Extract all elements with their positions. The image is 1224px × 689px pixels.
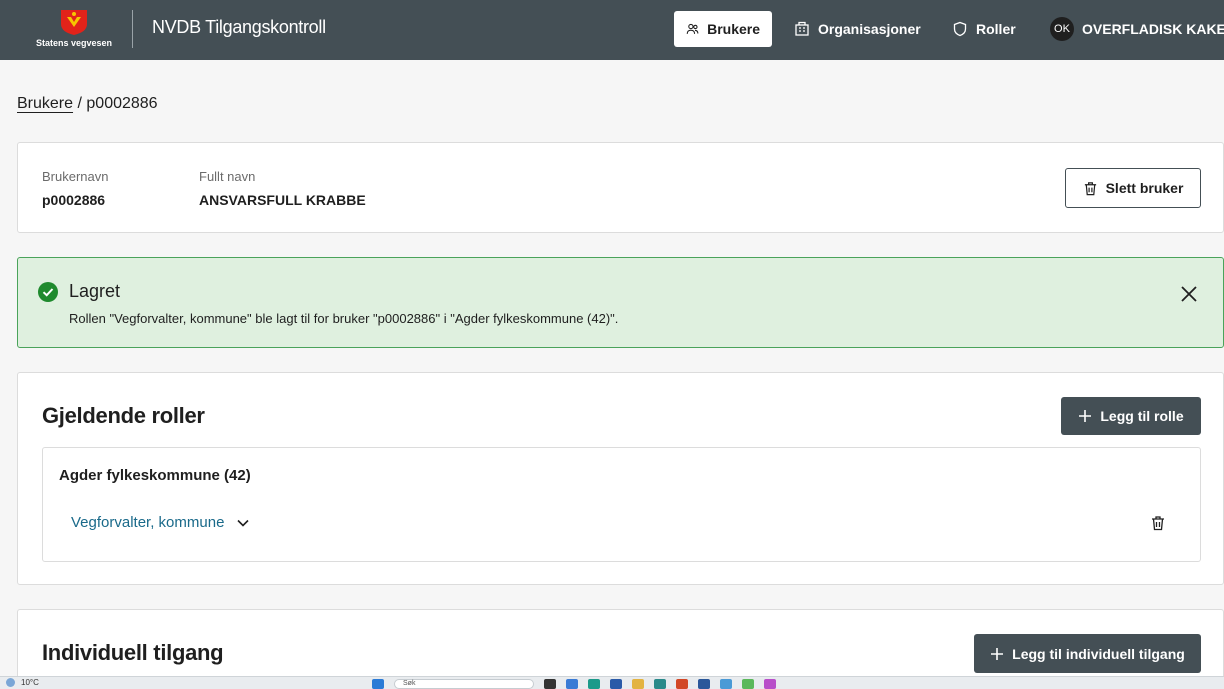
header-divider — [132, 10, 133, 48]
nav-item-roller[interactable]: Roller — [940, 11, 1028, 47]
success-alert: Lagret Rollen "Vegforvalter, kommune" bl… — [17, 257, 1224, 348]
logo-text: Statens vegvesen — [35, 38, 113, 48]
user-name: OVERFLADISK KAKE — [1082, 21, 1224, 37]
trash-icon[interactable] — [1150, 515, 1166, 531]
app-icon[interactable] — [764, 679, 776, 689]
crest-icon — [61, 10, 87, 35]
nav-item-brukere[interactable]: Brukere — [674, 11, 772, 47]
app-icon[interactable] — [676, 679, 688, 689]
task-view-icon[interactable] — [544, 679, 556, 689]
word-icon[interactable] — [698, 679, 710, 689]
breadcrumb-separator: / — [77, 95, 82, 112]
weather-icon — [6, 678, 15, 687]
fullname-label: Fullt navn — [199, 169, 256, 184]
taskbar-apps: Søk — [372, 679, 776, 689]
trash-icon — [1084, 181, 1096, 195]
statens-vegvesen-logo[interactable]: Statens vegvesen — [33, 8, 115, 52]
current-roles-card: Gjeldende roller Legg til rolle Agder fy… — [17, 372, 1224, 585]
taskbar-search[interactable]: Søk — [394, 679, 534, 689]
close-icon[interactable] — [1178, 283, 1200, 305]
top-navigation-bar: Statens vegvesen NVDB Tilgangskontroll B… — [0, 0, 1224, 60]
app-title: NVDB Tilgangskontroll — [152, 17, 326, 37]
username-field: Brukernavn p0002886 — [42, 169, 108, 208]
add-access-label: Legg til individuell tilgang — [1012, 645, 1185, 662]
plus-icon — [1079, 410, 1092, 422]
username-label: Brukernavn — [42, 169, 109, 184]
plus-icon — [991, 647, 1004, 660]
avatar: OK — [1050, 17, 1074, 41]
breadcrumb-current: p0002886 — [86, 95, 158, 112]
add-role-button[interactable]: Legg til rolle — [1061, 397, 1201, 435]
copilot-icon[interactable] — [566, 679, 578, 689]
app-icon[interactable] — [720, 679, 732, 689]
org-name: Agder fylkeskommune (42) — [59, 467, 251, 484]
store-icon[interactable] — [610, 679, 622, 689]
app-icon[interactable] — [742, 679, 754, 689]
fullname-field: Fullt navn ANSVARSFULL KRABBE — [199, 169, 366, 208]
app-icon[interactable] — [654, 679, 666, 689]
users-icon — [686, 23, 699, 34]
building-icon — [795, 21, 809, 36]
edge-icon[interactable] — [588, 679, 600, 689]
delete-user-label: Slett bruker — [1105, 180, 1184, 196]
add-role-label: Legg til rolle — [1100, 408, 1184, 424]
chevron-down-icon — [237, 519, 249, 527]
user-menu[interactable]: OK OVERFLADISK KAKE — [1038, 11, 1224, 47]
roles-section-title: Gjeldende roller — [42, 403, 205, 428]
folder-icon[interactable] — [632, 679, 644, 689]
windows-start-icon[interactable] — [372, 679, 384, 689]
nav-item-label: Brukere — [707, 21, 760, 37]
role-label: Vegforvalter, kommune — [71, 514, 225, 531]
breadcrumb: Brukere / p0002886 — [17, 95, 158, 113]
role-expand-toggle[interactable]: Vegforvalter, kommune — [71, 514, 250, 531]
add-individual-access-button[interactable]: Legg til individuell tilgang — [974, 634, 1201, 673]
access-section-title: Individuell tilgang — [42, 640, 224, 665]
alert-message: Rollen "Vegforvalter, kommune" ble lagt … — [69, 311, 619, 326]
nav-item-organisasjoner[interactable]: Organisasjoner — [782, 11, 933, 47]
os-taskbar: 10°C Søk — [0, 676, 1224, 689]
breadcrumb-link-brukere[interactable]: Brukere — [17, 95, 73, 112]
username-value: p0002886 — [42, 192, 106, 208]
org-role-group: Agder fylkeskommune (42) Vegforvalter, k… — [42, 447, 1201, 562]
nav-item-label: Organisasjoner — [818, 21, 921, 37]
delete-user-button[interactable]: Slett bruker — [1065, 168, 1201, 208]
fullname-value: ANSVARSFULL KRABBE — [199, 192, 366, 208]
nav-item-label: Roller — [976, 21, 1016, 37]
alert-title: Lagret — [69, 281, 121, 301]
temperature: 10°C — [21, 678, 39, 687]
weather-widget[interactable]: 10°C — [6, 678, 39, 687]
check-circle-icon — [38, 282, 58, 302]
user-details-card: Brukernavn p0002886 Fullt navn ANSVARSFU… — [17, 142, 1224, 233]
shield-icon — [953, 21, 967, 37]
